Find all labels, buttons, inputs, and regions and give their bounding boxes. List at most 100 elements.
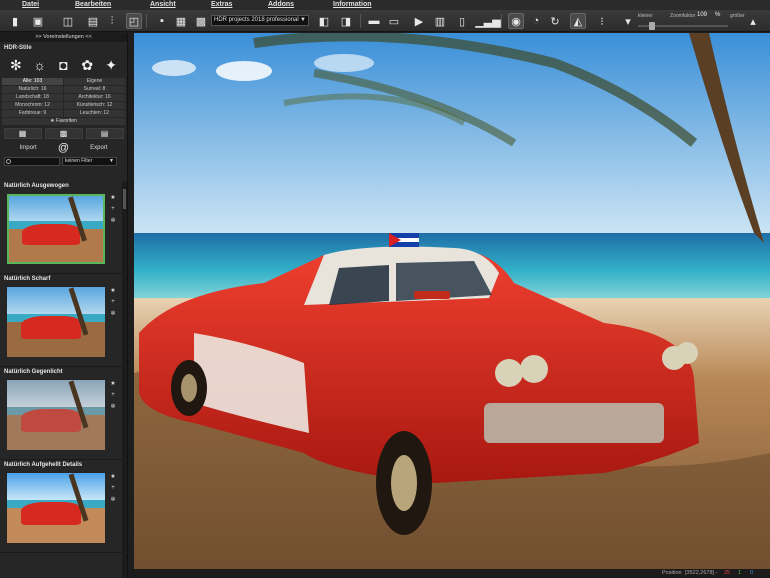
preset-actions: ★ + ✲ [109,380,117,410]
star-icon[interactable]: ★ [110,380,115,387]
menu-extras[interactable]: Extras [211,0,232,10]
preset-title: Natürlich Ausgewogen [4,183,69,189]
search-input[interactable] [4,157,60,166]
style-icons: ✻ ☼ ◘ ✿ ✦ [0,54,127,74]
preset-tools: ▦ ▩ ▤ [2,128,125,139]
blue-value: 0 [750,570,754,576]
filter-select[interactable]: keinen Filter ▼ [62,157,117,166]
grid-minus-icon[interactable]: ▦ [3,128,42,139]
sidebar-header[interactable]: >> Voreinstellungen << [0,33,127,42]
category-surreal[interactable]: Surreal: 8 [64,86,125,93]
export-icon[interactable]: ◨ [338,13,354,29]
molecules-icon[interactable]: ✻ [7,56,25,74]
plus-icon[interactable]: + [111,392,115,398]
menu-addons[interactable]: Addons [268,0,294,10]
preset-item[interactable]: Natürlich Ausgewogen ★ + ✲ [0,181,122,274]
menu-information[interactable]: Information [333,0,372,10]
toolbar: ▮ ▣ ◫ ▤ ⫶ ◰ ▪ ▦ ▩ HDR projects 2018 prof… [0,10,770,32]
category-glow[interactable]: Leuchten: 12 [64,110,125,117]
category-monochrome[interactable]: Monochrom: 12 [2,102,63,109]
film-icon[interactable]: ▥ [432,13,448,29]
preset-scrollbar[interactable] [122,181,127,578]
category-color-fidelity[interactable]: Farbtreue: 9 [2,110,63,117]
gear-icon[interactable]: ✲ [110,496,115,503]
preset-title: Natürlich Aufgehellt Details [4,462,83,468]
star-icon[interactable]: ★ [110,194,115,201]
category-grid: Alle: 103 Eigene Natürlich: 16 Surreal: … [2,78,125,117]
save-icon[interactable]: ▪ [154,13,170,29]
red-value: 25 [724,570,731,576]
preset-list: Natürlich Ausgewogen ★ + ✲ Natürlich Sch… [0,181,122,578]
favorites-button[interactable]: ★ Favoriten [2,118,125,125]
sun-icon[interactable]: ☼ [31,56,49,74]
menu-bearbeiten[interactable]: Bearbeiten [75,0,111,10]
histogram-icon[interactable]: ▁▃▅ [475,13,500,29]
scroll-thumb[interactable] [123,189,126,209]
document-icon[interactable]: ▬ [366,13,382,29]
print-icon[interactable]: ▦ [173,13,189,29]
gear-icon[interactable]: ✲ [110,403,115,410]
zoom-value[interactable]: 109 [697,12,707,18]
mirror-icon[interactable]: ◭ [570,13,586,29]
search-icon [6,159,11,164]
category-all[interactable]: Alle: 103 [2,78,63,85]
menu-ansicht[interactable]: Ansicht [150,0,176,10]
presets-icon[interactable]: ◰ [126,13,142,29]
project-select-value: HDR projects 2018 professional [214,17,299,23]
adjust-sliders-icon[interactable]: ⫶ [104,13,120,29]
plus-icon[interactable]: + [111,206,115,212]
preset-item[interactable]: Natürlich Aufgehellt Details ★ + ✲ [0,460,122,553]
category-natural[interactable]: Natürlich: 16 [2,86,63,93]
new-document-icon[interactable]: ▮ [7,13,23,29]
zoom-in-icon[interactable]: ▴ [745,13,761,29]
preset-thumbnail[interactable] [7,380,105,450]
category-landscape[interactable]: Landschaft: 18 [2,94,63,101]
filter-row: keinen Filter ▼ [4,157,123,166]
import-button[interactable]: Import [6,145,51,151]
grid-add-icon[interactable]: ▤ [85,128,124,139]
image-canvas[interactable] [134,33,770,569]
category-own[interactable]: Eigene [64,78,125,85]
preset-thumbnail[interactable] [7,473,105,543]
sparkle-icon[interactable]: ✦ [102,56,120,74]
open-bracket-icon[interactable]: ◫ [60,13,76,29]
preset-thumbnail[interactable] [7,287,105,357]
play-icon[interactable]: ▶ [411,13,427,29]
camera-icon[interactable]: ◘ [54,56,72,74]
star-icon[interactable]: ★ [110,287,115,294]
preset-thumbnail[interactable] [7,194,105,264]
batch-icon[interactable]: ▤ [85,13,101,29]
panel-icon[interactable]: ▯ [454,13,470,29]
preset-item[interactable]: Natürlich Scharf ★ + ✲ [0,274,122,367]
gear-icon[interactable]: ✲ [110,310,115,317]
presets-sidebar: >> Voreinstellungen << HDR-Stile ✻ ☼ ◘ ✿… [0,33,128,578]
print-preview-icon[interactable]: ▭ [386,13,402,29]
open-image-icon[interactable]: ▣ [30,13,46,29]
zoom-slider-thumb[interactable] [648,22,655,30]
zoom-label: Zoomfaktor [670,13,696,19]
menu-datei[interactable]: Datei [22,0,39,10]
plus-icon[interactable]: + [111,485,115,491]
info-icon[interactable]: ⁝ [594,13,610,29]
compare-split-icon[interactable]: ◔ [528,13,544,29]
category-artistic[interactable]: Künstlerisch: 12 [64,102,125,109]
project-select[interactable]: HDR projects 2018 professional ▼ [211,15,309,26]
filter-select-value: keinen Filter [65,158,93,164]
export-button[interactable]: Export [76,145,121,151]
palette-icon[interactable]: ✿ [78,56,96,74]
category-architecture[interactable]: Architektur: 16 [64,94,125,101]
rotate-icon[interactable]: ↻ [547,13,563,29]
star-icon[interactable]: ★ [110,473,115,480]
gear-icon[interactable]: ✲ [110,217,115,224]
zoom-out-icon[interactable]: ▾ [620,13,636,29]
at-icon[interactable]: @ [58,142,69,154]
eye-icon[interactable]: ◉ [508,13,524,29]
grid-save-icon[interactable]: ▩ [44,128,83,139]
preset-item[interactable]: Natürlich Gegenlicht ★ + ✲ [0,367,122,460]
compare-icon[interactable]: ◧ [316,13,332,29]
menu-bar: Datei Bearbeiten Ansicht Extras Addons I… [0,0,770,10]
toolbar-separator [146,14,147,28]
preset-actions: ★ + ✲ [109,287,117,317]
projects-icon[interactable]: ▩ [193,13,209,29]
plus-icon[interactable]: + [111,299,115,305]
